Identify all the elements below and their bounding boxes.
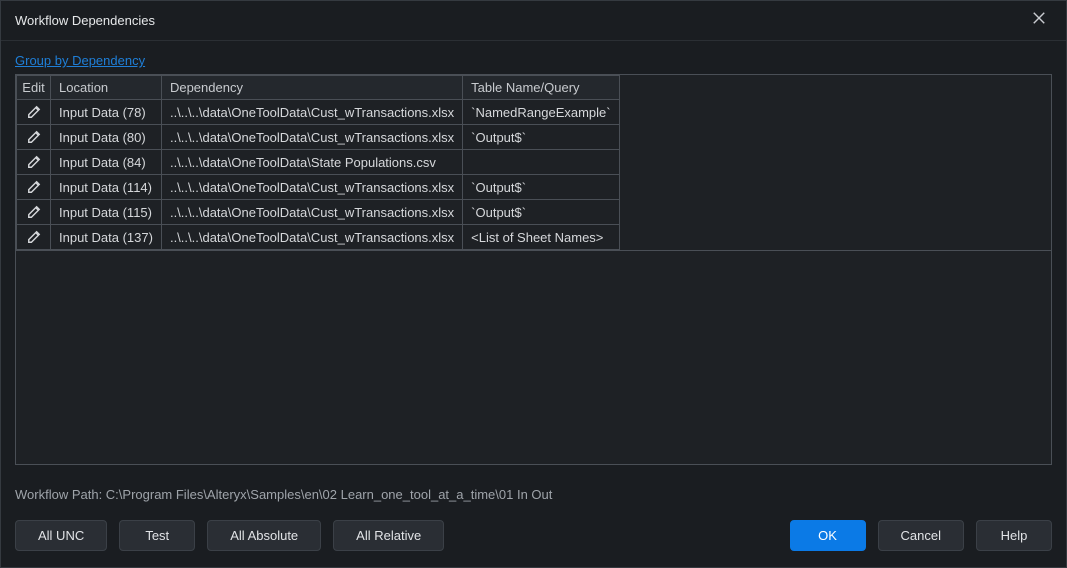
pencil-icon[interactable] bbox=[23, 102, 45, 122]
location-cell: Input Data (137) bbox=[51, 225, 162, 250]
close-button[interactable] bbox=[1026, 8, 1052, 34]
table-row: Input Data (114)..\..\..\data\OneToolDat… bbox=[17, 175, 620, 200]
dependency-cell: ..\..\..\data\OneToolData\Cust_wTransact… bbox=[161, 175, 462, 200]
dependency-cell: ..\..\..\data\OneToolData\Cust_wTransact… bbox=[161, 200, 462, 225]
workflow-path-label: Workflow Path: bbox=[15, 487, 106, 502]
close-icon bbox=[1032, 11, 1046, 30]
pencil-icon[interactable] bbox=[23, 227, 45, 247]
dialog: Workflow Dependencies Group by Dependenc… bbox=[0, 0, 1067, 568]
table-row: Input Data (115)..\..\..\data\OneToolDat… bbox=[17, 200, 620, 225]
dependencies-table: Edit Location Dependency Table Name/Quer… bbox=[16, 75, 620, 250]
edit-cell bbox=[17, 125, 51, 150]
pencil-icon[interactable] bbox=[23, 202, 45, 222]
edit-cell bbox=[17, 175, 51, 200]
all-unc-button[interactable]: All UNC bbox=[15, 520, 107, 551]
dependency-cell: ..\..\..\data\OneToolData\Cust_wTransact… bbox=[161, 100, 462, 125]
workflow-path: Workflow Path: C:\Program Files\Alteryx\… bbox=[1, 473, 1066, 502]
table-name-cell: `Output$` bbox=[463, 175, 619, 200]
button-row: All UNC Test All Absolute All Relative O… bbox=[1, 502, 1066, 567]
table-name-cell bbox=[463, 150, 619, 175]
titlebar: Workflow Dependencies bbox=[1, 1, 1066, 41]
all-relative-button[interactable]: All Relative bbox=[333, 520, 444, 551]
pencil-icon[interactable] bbox=[23, 127, 45, 147]
table-name-cell: `Output$` bbox=[463, 125, 619, 150]
edit-cell bbox=[17, 100, 51, 125]
test-button[interactable]: Test bbox=[119, 520, 195, 551]
ok-button[interactable]: OK bbox=[790, 520, 866, 551]
dependency-cell: ..\..\..\data\OneToolData\Cust_wTransact… bbox=[161, 225, 462, 250]
location-cell: Input Data (84) bbox=[51, 150, 162, 175]
dependency-cell: ..\..\..\data\OneToolData\Cust_wTransact… bbox=[161, 125, 462, 150]
dialog-title: Workflow Dependencies bbox=[15, 13, 155, 28]
help-button[interactable]: Help bbox=[976, 520, 1052, 551]
all-absolute-button[interactable]: All Absolute bbox=[207, 520, 321, 551]
header-location: Location bbox=[51, 76, 162, 100]
location-cell: Input Data (115) bbox=[51, 200, 162, 225]
table-row: Input Data (84)..\..\..\data\OneToolData… bbox=[17, 150, 620, 175]
group-by-dependency-link[interactable]: Group by Dependency bbox=[15, 53, 145, 68]
header-table-name: Table Name/Query bbox=[463, 76, 619, 100]
dependency-cell: ..\..\..\data\OneToolData\State Populati… bbox=[161, 150, 462, 175]
content-area: Group by Dependency Edit Location Depend… bbox=[1, 41, 1066, 473]
table-row: Input Data (80)..\..\..\data\OneToolData… bbox=[17, 125, 620, 150]
table-header-row: Edit Location Dependency Table Name/Quer… bbox=[17, 76, 620, 100]
pencil-icon[interactable] bbox=[23, 177, 45, 197]
table-name-cell: `Output$` bbox=[463, 200, 619, 225]
location-cell: Input Data (78) bbox=[51, 100, 162, 125]
edit-cell bbox=[17, 200, 51, 225]
table-empty-area bbox=[15, 251, 1052, 465]
header-dependency: Dependency bbox=[161, 76, 462, 100]
table-name-cell: <List of Sheet Names> bbox=[463, 225, 619, 250]
header-edit: Edit bbox=[17, 76, 51, 100]
pencil-icon[interactable] bbox=[23, 152, 45, 172]
cancel-button[interactable]: Cancel bbox=[878, 520, 964, 551]
table-row: Input Data (78)..\..\..\data\OneToolData… bbox=[17, 100, 620, 125]
edit-cell bbox=[17, 225, 51, 250]
table-row: Input Data (137)..\..\..\data\OneToolDat… bbox=[17, 225, 620, 250]
dependencies-table-wrap: Edit Location Dependency Table Name/Quer… bbox=[15, 74, 1052, 251]
workflow-path-value: C:\Program Files\Alteryx\Samples\en\02 L… bbox=[106, 487, 553, 502]
edit-cell bbox=[17, 150, 51, 175]
location-cell: Input Data (114) bbox=[51, 175, 162, 200]
table-name-cell: `NamedRangeExample` bbox=[463, 100, 619, 125]
location-cell: Input Data (80) bbox=[51, 125, 162, 150]
